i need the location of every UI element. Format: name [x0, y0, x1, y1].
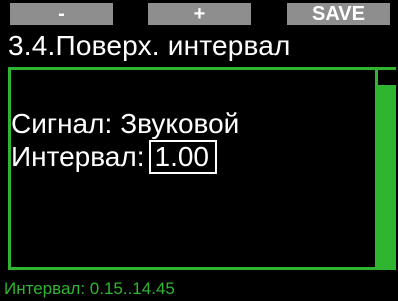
interval-value-field[interactable]: 1.00 — [148, 140, 217, 174]
settings-panel: Сигнал: Звуковой Интервал: 1.00 — [8, 67, 396, 270]
interval-row[interactable]: Интервал: 1.00 — [11, 140, 217, 174]
scrollbar-thumb[interactable] — [378, 85, 396, 267]
decrease-button[interactable]: - — [10, 3, 113, 25]
save-button[interactable]: SAVE — [287, 3, 390, 25]
page-title: 3.4.Поверх. интервал — [8, 30, 291, 61]
interval-range-hint: Интервал: 0.15..14.45 — [4, 279, 175, 298]
scrollbar[interactable] — [378, 70, 396, 267]
increase-button[interactable]: + — [148, 3, 251, 25]
softkey-bar: - + SAVE — [0, 0, 398, 28]
signal-label: Сигнал: — [11, 108, 113, 139]
interval-label: Интервал: — [11, 141, 145, 172]
signal-row[interactable]: Сигнал: Звуковой — [11, 108, 239, 140]
scrollbar-track-top — [378, 70, 396, 85]
signal-value[interactable]: Звуковой — [120, 108, 239, 140]
